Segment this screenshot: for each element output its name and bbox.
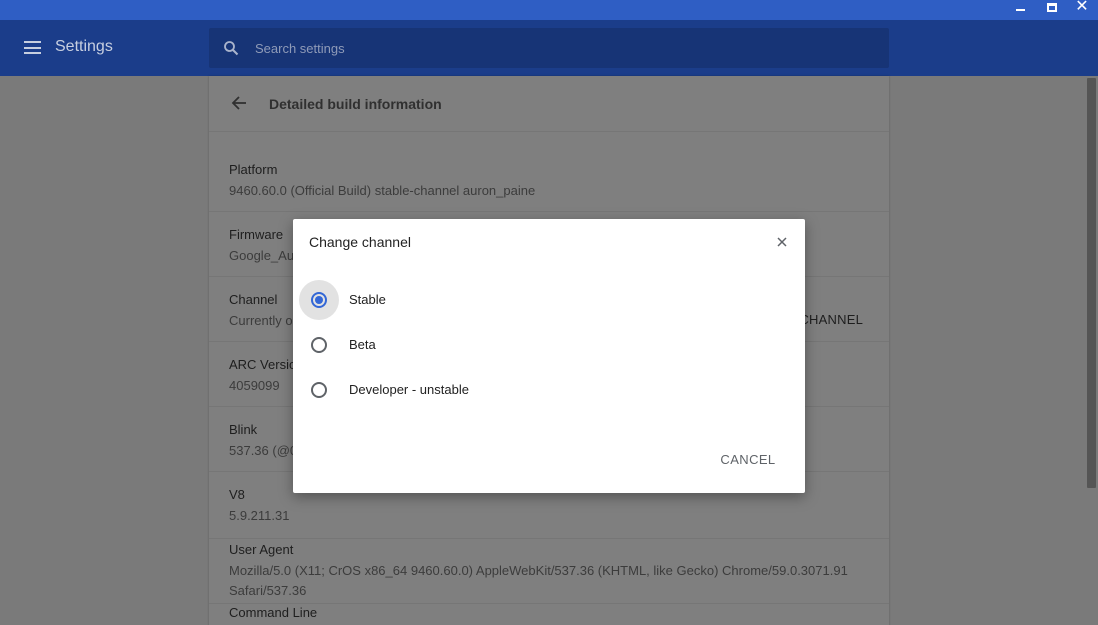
radio-label: Stable: [349, 292, 386, 307]
close-window-icon[interactable]: ✕: [1068, 0, 1096, 15]
change-channel-dialog: Change channel Stable Beta Developer - u…: [293, 219, 805, 493]
info-value: 5.9.211.31: [229, 508, 290, 523]
settings-header: Settings: [0, 20, 1098, 76]
radio-label: Developer - unstable: [349, 382, 469, 397]
page-title: Detailed build information: [269, 96, 442, 112]
app-title: Settings: [55, 38, 113, 55]
info-row-platform: Platform 9460.60.0 (Official Build) stab…: [209, 162, 889, 212]
radio-option-developer[interactable]: Developer - unstable: [293, 370, 805, 410]
window-titlebar: ✕: [0, 0, 1098, 20]
radio-button[interactable]: [311, 382, 327, 398]
info-value: 9460.60.0 (Official Build) stable-channe…: [229, 183, 536, 198]
info-row-v8: V8 5.9.211.31: [209, 487, 889, 539]
info-row-command-line: Command Line: [209, 605, 889, 625]
radio-button-checked[interactable]: [311, 292, 327, 308]
change-channel-button[interactable]: CHANNEL: [799, 312, 863, 327]
info-row-user-agent: User Agent Mozilla/5.0 (X11; CrOS x86_64…: [209, 542, 889, 604]
info-value: Mozilla/5.0 (X11; CrOS x86_64 9460.60.0)…: [229, 563, 848, 578]
scrollbar-thumb[interactable]: [1087, 78, 1096, 488]
info-label: User Agent: [229, 542, 294, 557]
cancel-button[interactable]: CANCEL: [709, 443, 787, 475]
search-box[interactable]: [209, 28, 889, 68]
search-icon: [224, 41, 239, 56]
maximize-icon[interactable]: [1038, 0, 1066, 14]
info-value-continued: Safari/537.36: [229, 583, 307, 598]
page-header: Detailed build information: [209, 76, 889, 132]
radio-button[interactable]: [311, 337, 327, 353]
close-icon[interactable]: [775, 235, 789, 249]
info-label: Platform: [229, 162, 278, 177]
radio-option-beta[interactable]: Beta: [293, 325, 805, 365]
radio-option-stable[interactable]: Stable: [293, 280, 805, 320]
dialog-title: Change channel: [309, 234, 411, 250]
info-label: Command Line: [229, 605, 318, 620]
back-arrow-icon[interactable]: [231, 95, 247, 111]
minimize-icon[interactable]: [1006, 0, 1034, 14]
settings-window: ✕ Settings Detailed build information Pl…: [0, 0, 1098, 625]
search-input[interactable]: [255, 38, 855, 58]
hamburger-menu-icon[interactable]: [24, 41, 41, 54]
radio-label: Beta: [349, 337, 376, 352]
